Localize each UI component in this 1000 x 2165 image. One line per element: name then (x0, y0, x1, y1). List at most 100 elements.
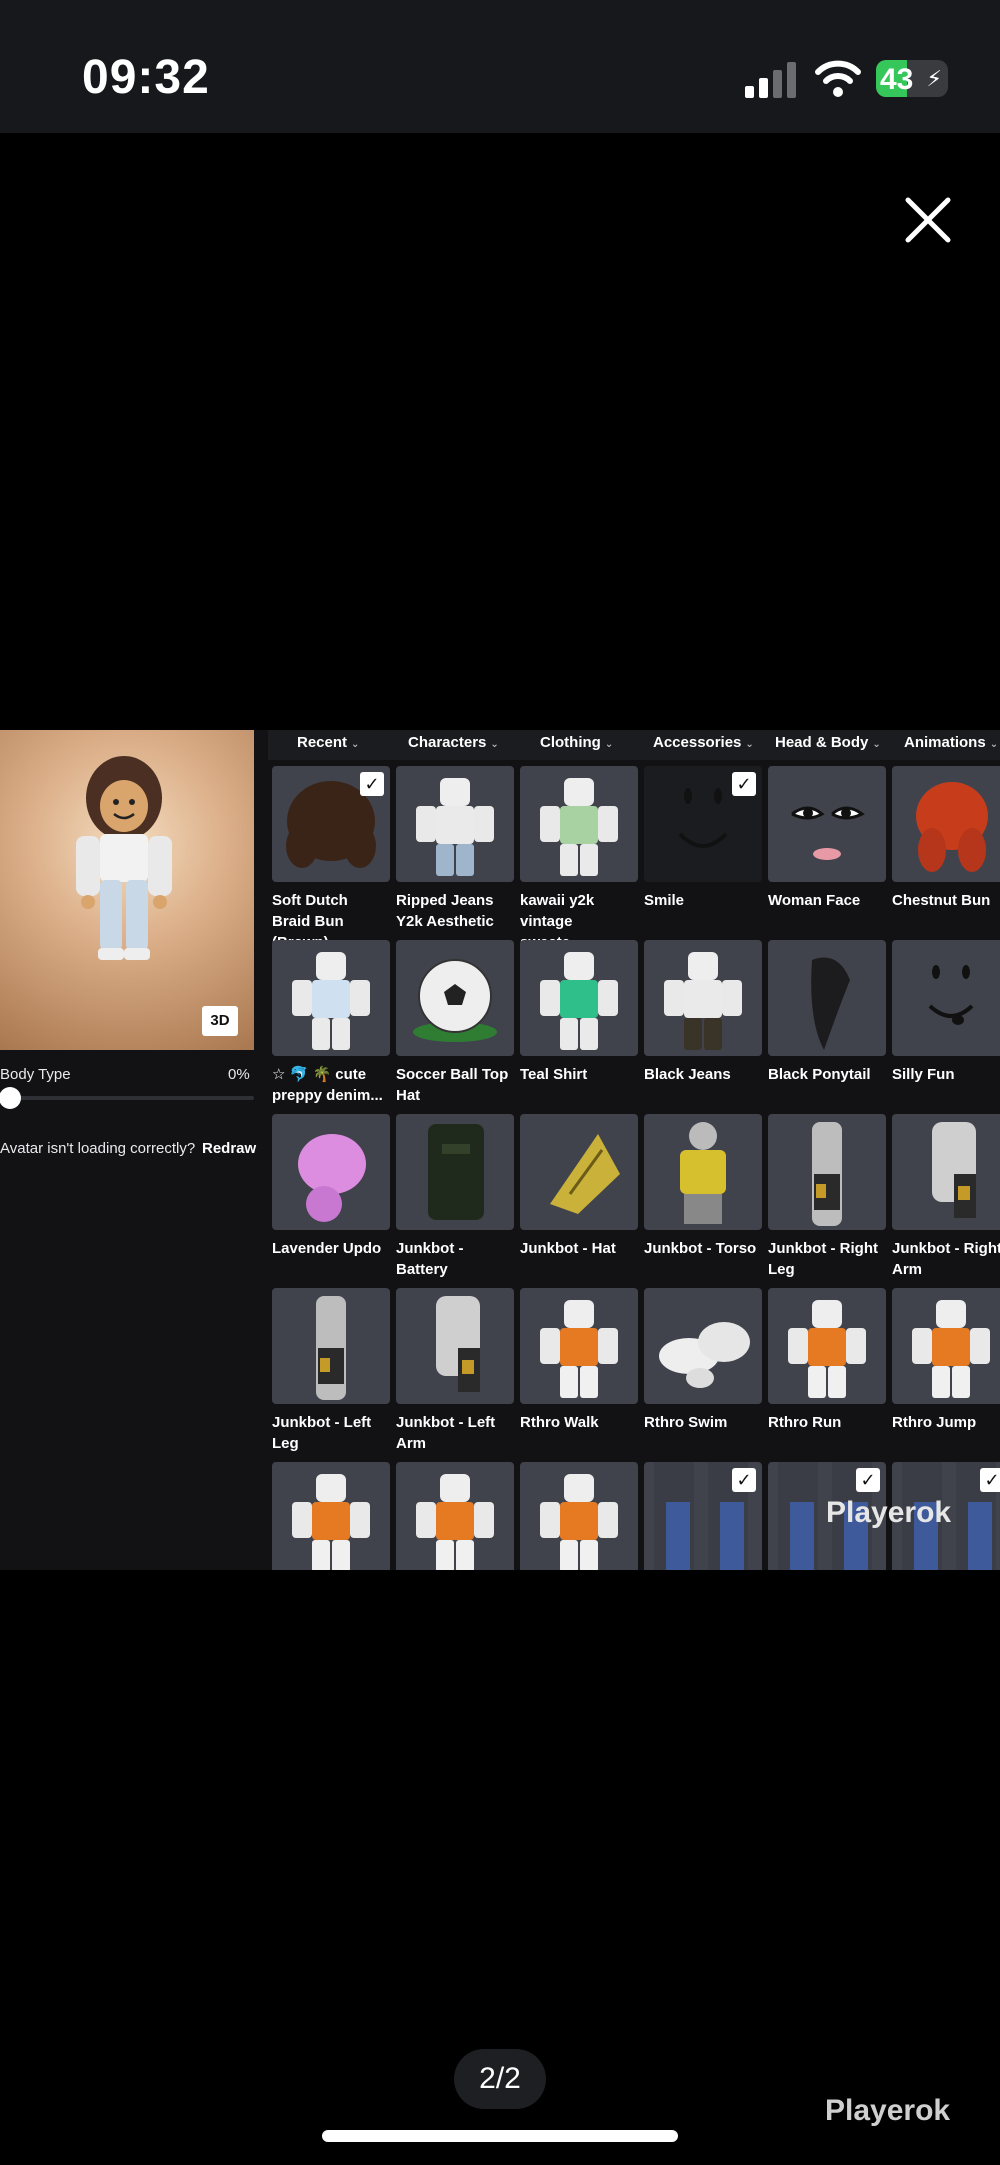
lavender-hair-icon (298, 1134, 366, 1222)
checkmark-icon[interactable]: ✓ (732, 772, 756, 796)
battery-indicator: 43 ⚡ (876, 60, 948, 97)
item-thumbnail[interactable] (644, 940, 762, 1056)
item-thumbnail[interactable] (396, 940, 514, 1056)
chevron-down-icon: ⌄ (604, 739, 614, 750)
item-thumbnail[interactable] (272, 940, 390, 1056)
avatar-sweater-icon (540, 778, 618, 876)
avatar-teal-icon (540, 952, 618, 1050)
item-thumbnail[interactable] (272, 1114, 390, 1230)
tab-accessories[interactable]: Accessories ⌄ (653, 734, 754, 751)
robot-arm-icon (436, 1296, 480, 1392)
red-hair-icon (916, 782, 988, 872)
checkmark-icon[interactable]: ✓ (856, 1468, 880, 1492)
chevron-down-icon: ⌄ (490, 739, 499, 750)
chevron-down-icon: ⌄ (872, 739, 881, 750)
page-indicator: 2/2 (454, 2049, 546, 2109)
item-thumbnail[interactable] (768, 1114, 886, 1230)
soccer-ball-icon (413, 959, 497, 1042)
loading-help-text: Avatar isn't loading correctly? (0, 1140, 196, 1157)
item-thumbnail[interactable] (892, 1114, 1000, 1230)
item-thumbnail[interactable] (520, 940, 638, 1056)
tab-clothing[interactable]: Clothing ⌄ (540, 734, 613, 751)
checkmark-icon[interactable]: ✓ (732, 1468, 756, 1492)
item-name: Rthro Run (768, 1414, 842, 1431)
item-name: Junkbot - Left Leg (272, 1414, 372, 1452)
item-thumbnail[interactable] (396, 1114, 514, 1230)
item-thumbnail[interactable] (892, 1288, 1000, 1404)
item-thumbnail[interactable] (396, 766, 514, 882)
item-name: Junkbot - Left Arm (396, 1414, 496, 1452)
rthro-avatar-icon (292, 1474, 370, 1570)
tab-characters[interactable]: Characters ⌄ (408, 734, 499, 751)
tab-label: Head & Body (775, 734, 869, 751)
robot-leg-icon (316, 1296, 346, 1400)
item-name: Chestnut Bun (892, 892, 991, 909)
status-bar: 09:32 43 ⚡ (0, 0, 1000, 133)
avatar-denim-icon (292, 952, 370, 1050)
view-3d-button[interactable]: 3D (202, 1006, 238, 1036)
avatar-preview: 3D (0, 730, 254, 1050)
item-thumbnail[interactable] (644, 1288, 762, 1404)
watermark: Playerok (825, 2094, 951, 2127)
item-thumbnail[interactable] (520, 766, 638, 882)
clock: 09:32 (82, 51, 210, 104)
tab-label: Accessories (653, 734, 742, 751)
rthro-avatar-icon (416, 1474, 494, 1570)
wifi-icon (815, 60, 861, 97)
item-thumbnail[interactable] (892, 766, 1000, 882)
avatar-black-jeans-icon (664, 952, 742, 1050)
item-name: Black Jeans (644, 1066, 731, 1083)
junk-hat-icon (550, 1134, 620, 1214)
watermark: Playerok (826, 1496, 952, 1529)
rthro-avatar-icon (540, 1300, 618, 1398)
item-name: Silly Fun (892, 1066, 955, 1083)
item-thumbnail[interactable] (768, 1288, 886, 1404)
item-name: ☆ 🐬 🌴 cute preppy denim... (272, 1066, 383, 1104)
item-thumbnail[interactable] (520, 1114, 638, 1230)
rthro-swim-icon (659, 1322, 750, 1388)
checkmark-icon[interactable]: ✓ (980, 1468, 1000, 1492)
item-thumbnail[interactable] (396, 1288, 514, 1404)
item-name: Rthro Jump (892, 1414, 977, 1431)
rthro-avatar-icon (540, 1474, 618, 1570)
cellular-signal-icon (745, 62, 796, 98)
item-name: Junkbot - Right Arm (892, 1240, 1000, 1278)
rthro-avatar-icon (788, 1300, 866, 1398)
ponytail-icon (811, 957, 850, 1050)
item-thumbnail[interactable] (768, 766, 886, 882)
item-name: Rthro Swim (644, 1414, 728, 1431)
item-thumbnail[interactable] (272, 1462, 390, 1570)
item-name: Junkbot - Battery (396, 1240, 464, 1278)
home-indicator[interactable] (322, 2130, 678, 2142)
robot-arm-icon (932, 1122, 976, 1218)
silly-face-icon (928, 965, 974, 1025)
avatar-jeans-icon (416, 778, 494, 876)
item-thumbnail[interactable] (768, 940, 886, 1056)
item-thumbnail[interactable] (892, 940, 1000, 1056)
tab-label: Clothing (540, 734, 601, 751)
robot-leg-icon (812, 1122, 842, 1226)
category-tabs: Recent ⌄ Characters ⌄ Clothing ⌄ Accessorie… (268, 730, 1000, 760)
tab-label: Characters (408, 734, 487, 751)
item-thumbnail[interactable] (520, 1288, 638, 1404)
chevron-down-icon: ⌄ (989, 739, 999, 750)
item-thumbnail[interactable] (396, 1462, 514, 1570)
tab-recent[interactable]: Recent ⌄ (297, 734, 359, 751)
item-thumbnail[interactable] (644, 1114, 762, 1230)
item-name: Lavender Updo (272, 1240, 382, 1257)
checkmark-icon[interactable]: ✓ (360, 772, 384, 796)
item-thumbnail[interactable] (520, 1462, 638, 1570)
redraw-link[interactable]: Redraw (202, 1140, 256, 1157)
item-thumbnail[interactable] (272, 1288, 390, 1404)
battery-pack-icon (428, 1124, 484, 1220)
body-type-slider-thumb[interactable] (0, 1087, 21, 1109)
body-type-slider[interactable] (0, 1096, 254, 1100)
woman-face-icon (791, 806, 865, 860)
item-name: Black Ponytail (768, 1066, 871, 1083)
chevron-down-icon: ⌄ (745, 739, 754, 750)
battery-percent: 43 (880, 63, 914, 96)
avatar-figure-icon (76, 756, 172, 960)
close-icon[interactable] (900, 192, 956, 248)
tab-animations[interactable]: Animations ⌄ (904, 734, 998, 751)
tab-head-body[interactable]: Head & Body ⌄ (775, 734, 881, 751)
